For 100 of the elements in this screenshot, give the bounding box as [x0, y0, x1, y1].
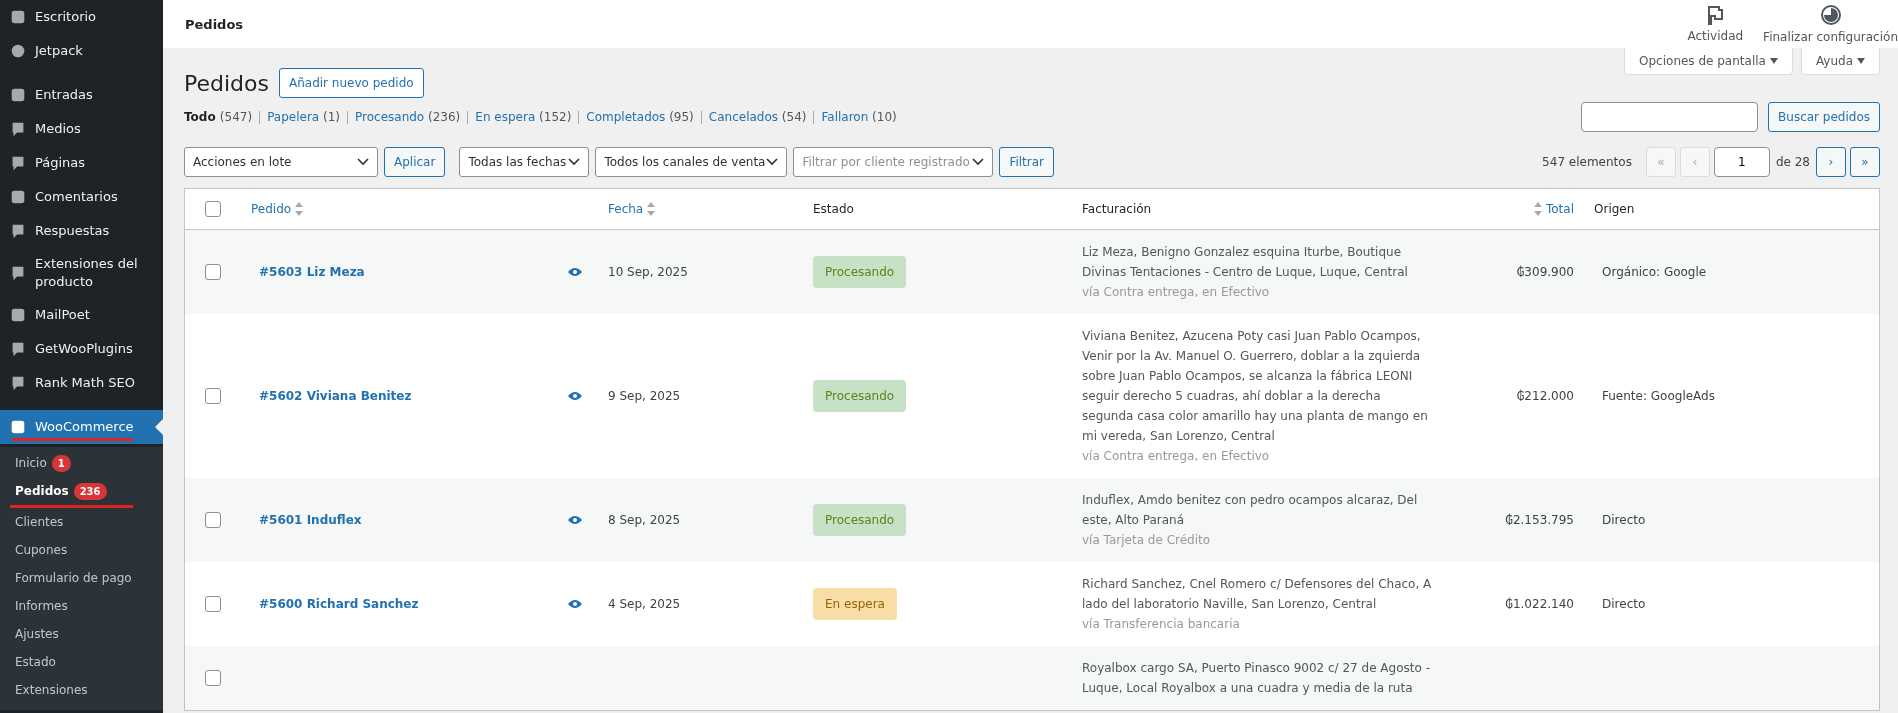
- date-cell-text: 9 Sep, 2025: [608, 388, 681, 405]
- order-total: ₲212.000: [1516, 388, 1574, 405]
- chevron-down-icon: [972, 158, 985, 166]
- status-filter-link[interactable]: Completados (95): [586, 110, 694, 124]
- count-badge: 1: [51, 454, 71, 472]
- page-total: de 28: [1775, 155, 1810, 169]
- sidebar-item[interactable]: Escritorio: [0, 0, 163, 34]
- screen-tab[interactable]: Ayuda: [1800, 48, 1880, 75]
- search-button[interactable]: Buscar pedidos: [1768, 102, 1880, 132]
- select-all-checkbox[interactable]: [205, 201, 221, 217]
- menu-icon: [9, 306, 27, 324]
- sidebar-item[interactable]: Medios: [0, 112, 163, 146]
- flag-icon: [1706, 5, 1725, 25]
- payment-method: vía Tarjeta de Crédito: [1082, 532, 1211, 549]
- sidebar-item[interactable]: Respuestas: [0, 214, 163, 248]
- chevron-down-icon: [568, 158, 581, 166]
- row-checkbox[interactable]: [205, 512, 221, 528]
- submenu-item[interactable]: Extensiones: [0, 676, 163, 704]
- submenu-item[interactable]: Cupones: [0, 536, 163, 564]
- chevron-down-icon: [357, 158, 369, 166]
- count-badge: 236: [73, 482, 107, 500]
- column-header[interactable]: Fecha: [598, 191, 803, 227]
- status-filter-link[interactable]: Procesando (236): [355, 110, 461, 124]
- payment-method: vía Contra entrega, en Efectivo: [1082, 448, 1270, 465]
- status-filter-link[interactable]: Fallaron (10): [821, 110, 897, 124]
- order-link[interactable]: #5601 Induflex: [259, 510, 362, 530]
- toolbar-action[interactable]: Finalizar configuración: [1763, 0, 1898, 48]
- order-origin: Directo: [1602, 596, 1646, 613]
- status-badge: Procesando: [813, 380, 907, 412]
- row-checkbox[interactable]: [205, 388, 221, 404]
- submenu-item[interactable]: Informes: [0, 592, 163, 620]
- column-header: Estado: [812, 201, 855, 218]
- channel-filter-select[interactable]: Todos los canales de venta: [595, 147, 788, 177]
- sidebar-item[interactable]: WooCommerce: [0, 410, 163, 444]
- status-badge: En espera: [813, 588, 897, 620]
- chevron-down-icon: [766, 158, 779, 166]
- row-checkbox[interactable]: [205, 670, 221, 686]
- eye-icon[interactable]: [567, 267, 582, 277]
- eye-icon[interactable]: [567, 515, 582, 525]
- search-field[interactable]: [1581, 102, 1759, 132]
- toolbar-action[interactable]: Actividad: [1687, 0, 1744, 48]
- billing-address: Viviana Benitez, Azucena Poty casi Juan Pablo Ocampos, Venir por la Av. Manuel O. Guerrero, doblar a la zquierda sobre Juan Pablo Ocampos, se alcanza la fábrica LEONI seguir derecho 5 cuadras, ahí doblar a la derecha segunda casa color amarillo hay una planta de mango en mi vereda, San Lorenzo, Central: [1082, 328, 1429, 445]
- status-filter-link[interactable]: Cancelados (54): [708, 110, 807, 124]
- column-header[interactable]: Total: [1472, 191, 1584, 227]
- billing-address: Liz Meza, Benigno Gonzalez esquina Iturbe, Boutique Divinas Tentaciones - Centro de Luque, Luque, Central: [1082, 244, 1409, 281]
- order-origin: Directo: [1602, 512, 1646, 529]
- order-link[interactable]: #5600 Richard Sanchez: [259, 594, 419, 614]
- date-filter-select[interactable]: Todas las fechas: [459, 147, 590, 177]
- screen-tab[interactable]: Opciones de pantalla: [1624, 48, 1793, 75]
- sidebar-item[interactable]: Jetpack: [0, 34, 163, 68]
- sidebar-item[interactable]: Rank Math SEO: [0, 366, 163, 400]
- date-cell-text: 10 Sep, 2025: [608, 264, 688, 281]
- eye-icon[interactable]: [567, 391, 582, 401]
- menu-icon: [9, 42, 27, 60]
- submenu-item[interactable]: Pedidos 236: [0, 477, 163, 505]
- sidebar-item[interactable]: Páginas: [0, 146, 163, 180]
- sidebar-item[interactable]: GetWooPlugins: [0, 332, 163, 366]
- submenu-item[interactable]: Clientes: [0, 508, 163, 536]
- eye-icon[interactable]: [567, 599, 582, 609]
- order-total: ₲309.900: [1516, 264, 1574, 281]
- submenu-item[interactable]: Inicio 1: [0, 449, 163, 477]
- caret-icon: [1857, 58, 1865, 64]
- status-filter-link[interactable]: En espera (152): [475, 110, 572, 124]
- billing-address: Induflex, Amdo benitez con pedro ocampos alcaraz, Del este, Alto Paraná: [1082, 492, 1419, 529]
- status-badge: Procesando: [813, 256, 907, 288]
- filter-button[interactable]: Filtrar: [999, 147, 1054, 177]
- submenu-item[interactable]: Estado: [0, 648, 163, 676]
- date-cell-text: 8 Sep, 2025: [608, 512, 681, 529]
- progress-circle-icon: [1819, 4, 1842, 26]
- order-link[interactable]: #5602 Viviana Benitez: [259, 386, 412, 406]
- row-checkbox[interactable]: [205, 264, 221, 280]
- bulk-actions-select[interactable]: Acciones en lote: [184, 147, 378, 177]
- payment-method: vía Contra entrega, en Efectivo: [1082, 284, 1270, 301]
- sidebar-item[interactable]: Comentarios: [0, 180, 163, 214]
- column-header: Facturación: [1081, 201, 1153, 218]
- payment-method: vía Transferencia bancaria: [1082, 616, 1240, 633]
- caret-icon: [1769, 58, 1778, 64]
- status-filter-link[interactable]: Todo (547): [184, 110, 253, 124]
- status-filter-link[interactable]: Papelera (1): [267, 110, 340, 124]
- pagination-button[interactable]: ›: [1816, 147, 1846, 177]
- row-checkbox[interactable]: [205, 596, 221, 612]
- sidebar-item[interactable]: MailPoet: [0, 298, 163, 332]
- sidebar-item[interactable]: Entradas: [0, 78, 163, 112]
- submenu-item[interactable]: Ajustes: [0, 620, 163, 648]
- submenu-item[interactable]: Formulario de pago: [0, 564, 163, 592]
- order-total: ₲1.022.140: [1505, 596, 1574, 613]
- menu-icon: [9, 86, 27, 104]
- menu-icon: [9, 8, 27, 26]
- menu-icon: [9, 418, 27, 436]
- order-origin: Fuente: GoogleAds: [1602, 388, 1715, 405]
- column-header[interactable]: Pedido: [241, 191, 551, 227]
- column-header: Origen: [1593, 201, 1636, 218]
- add-order-button[interactable]: Añadir nuevo pedido: [279, 68, 424, 98]
- apply-button[interactable]: Aplicar: [384, 147, 446, 177]
- order-total: ₲2.153.795: [1505, 512, 1574, 529]
- sidebar-item[interactable]: Extensiones del producto: [0, 248, 163, 298]
- menu-icon: [9, 188, 27, 206]
- pagination-button[interactable]: »: [1850, 147, 1880, 177]
- page-number-field[interactable]: 1: [1713, 147, 1770, 177]
- order-link[interactable]: #5603 Liz Meza: [259, 262, 365, 282]
